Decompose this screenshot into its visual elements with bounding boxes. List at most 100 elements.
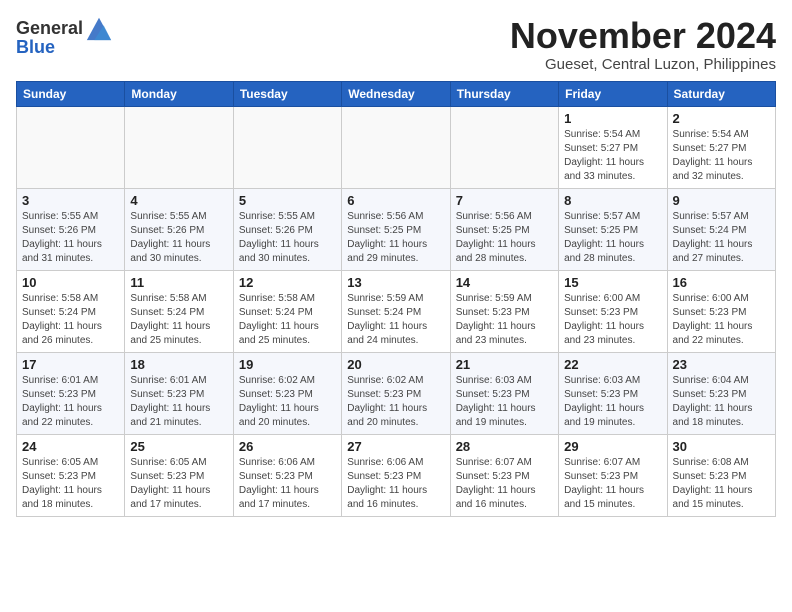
day-number: 7 [456,193,553,208]
day-detail: Sunrise: 5:58 AM Sunset: 5:24 PM Dayligh… [239,292,336,348]
day-number: 4 [130,193,227,208]
day-detail: Sunrise: 6:05 AM Sunset: 5:23 PM Dayligh… [22,456,119,512]
weekday-header-monday: Monday [125,81,233,106]
day-detail: Sunrise: 5:59 AM Sunset: 5:24 PM Dayligh… [347,292,444,348]
day-number: 8 [564,193,661,208]
day-number: 18 [130,357,227,372]
calendar-cell: 17Sunrise: 6:01 AM Sunset: 5:23 PM Dayli… [17,352,125,434]
calendar-cell: 3Sunrise: 5:55 AM Sunset: 5:26 PM Daylig… [17,188,125,270]
weekday-header-sunday: Sunday [17,81,125,106]
day-number: 10 [22,275,119,290]
day-detail: Sunrise: 6:06 AM Sunset: 5:23 PM Dayligh… [239,456,336,512]
calendar-cell: 13 Sunrise: 5:59 AM Sunset: 5:24 PM Dayli… [342,270,450,352]
calendar-cell [450,106,558,188]
weekday-header-tuesday: Tuesday [233,81,341,106]
calendar-table: SundayMondayTuesdayWednesdayThursdayFrid… [16,81,776,517]
day-number: 26 [239,439,336,454]
calendar-cell [125,106,233,188]
calendar-cell: 28 Sunrise: 6:07 AM Sunset: 5:23 PM Dayli… [450,434,558,516]
day-detail: Sunrise: 5:59 AM Sunset: 5:23 PM Dayligh… [456,292,553,348]
calendar-cell: 2 Sunrise: 5:54 AM Sunset: 5:27 PM Daylig… [667,106,775,188]
title-block: November 2024 Gueset, Central Luzon, Phi… [510,16,776,73]
calendar-cell [233,106,341,188]
day-number: 21 [456,357,553,372]
logo-blue-text: Blue [16,38,55,58]
calendar-cell: 7 Sunrise: 5:56 AM Sunset: 5:25 PM Daylig… [450,188,558,270]
day-detail: Sunrise: 5:54 AM Sunset: 5:27 PM Dayligh… [673,128,770,184]
calendar-cell: 29 Sunrise: 6:07 AM Sunset: 5:23 PM Dayli… [559,434,667,516]
calendar-cell: 14 Sunrise: 5:59 AM Sunset: 5:23 PM Dayli… [450,270,558,352]
day-detail: Sunrise: 6:05 AM Sunset: 5:23 PM Dayligh… [130,456,227,512]
day-detail: Sunrise: 5:58 AM Sunset: 5:24 PM Dayligh… [22,292,119,348]
day-number: 1 [564,111,661,126]
day-detail: Sunrise: 6:00 AM Sunset: 5:23 PM Dayligh… [673,292,770,348]
calendar-cell: 20Sunrise: 6:02 AM Sunset: 5:23 PM Dayli… [342,352,450,434]
logo-general-text: General [16,19,83,39]
day-number: 24 [22,439,119,454]
day-number: 9 [673,193,770,208]
day-number: 29 [564,439,661,454]
calendar-cell: 8 Sunrise: 5:57 AM Sunset: 5:25 PM Daylig… [559,188,667,270]
day-detail: Sunrise: 6:07 AM Sunset: 5:23 PM Dayligh… [456,456,553,512]
calendar-cell [17,106,125,188]
day-number: 20 [347,357,444,372]
day-detail: Sunrise: 5:55 AM Sunset: 5:26 PM Dayligh… [239,210,336,266]
calendar-cell: 19Sunrise: 6:02 AM Sunset: 5:23 PM Dayli… [233,352,341,434]
weekday-header-friday: Friday [559,81,667,106]
calendar-week-3: 10 Sunrise: 5:58 AM Sunset: 5:24 PM Dayli… [17,270,776,352]
weekday-header-wednesday: Wednesday [342,81,450,106]
calendar-cell: 4Sunrise: 5:55 AM Sunset: 5:26 PM Daylig… [125,188,233,270]
weekday-header-thursday: Thursday [450,81,558,106]
day-number: 3 [22,193,119,208]
calendar-cell: 6Sunrise: 5:56 AM Sunset: 5:25 PM Daylig… [342,188,450,270]
calendar-cell: 23Sunrise: 6:04 AM Sunset: 5:23 PM Dayli… [667,352,775,434]
day-number: 25 [130,439,227,454]
day-detail: Sunrise: 5:58 AM Sunset: 5:24 PM Dayligh… [130,292,227,348]
day-number: 13 [347,275,444,290]
calendar-cell: 1 Sunrise: 5:54 AM Sunset: 5:27 PM Daylig… [559,106,667,188]
day-number: 30 [673,439,770,454]
calendar-week-4: 17Sunrise: 6:01 AM Sunset: 5:23 PM Dayli… [17,352,776,434]
calendar-cell: 15Sunrise: 6:00 AM Sunset: 5:23 PM Dayli… [559,270,667,352]
weekday-header-saturday: Saturday [667,81,775,106]
calendar-cell: 18 Sunrise: 6:01 AM Sunset: 5:23 PM Dayli… [125,352,233,434]
day-detail: Sunrise: 5:54 AM Sunset: 5:27 PM Dayligh… [564,128,661,184]
day-number: 27 [347,439,444,454]
day-detail: Sunrise: 6:07 AM Sunset: 5:23 PM Dayligh… [564,456,661,512]
calendar-cell: 9Sunrise: 5:57 AM Sunset: 5:24 PM Daylig… [667,188,775,270]
logo-icon [85,14,113,42]
day-detail: Sunrise: 6:08 AM Sunset: 5:23 PM Dayligh… [673,456,770,512]
day-detail: Sunrise: 6:01 AM Sunset: 5:23 PM Dayligh… [130,374,227,430]
calendar-week-1: 1 Sunrise: 5:54 AM Sunset: 5:27 PM Daylig… [17,106,776,188]
calendar-cell: 25 Sunrise: 6:05 AM Sunset: 5:23 PM Dayli… [125,434,233,516]
month-title: November 2024 [510,16,776,56]
calendar-cell: 11 Sunrise: 5:58 AM Sunset: 5:24 PM Dayli… [125,270,233,352]
day-number: 2 [673,111,770,126]
day-number: 15 [564,275,661,290]
calendar-cell: 22 Sunrise: 6:03 AM Sunset: 5:23 PM Dayli… [559,352,667,434]
day-number: 5 [239,193,336,208]
day-detail: Sunrise: 5:56 AM Sunset: 5:25 PM Dayligh… [347,210,444,266]
location-text: Gueset, Central Luzon, Philippines [510,56,776,73]
calendar-cell: 24 Sunrise: 6:05 AM Sunset: 5:23 PM Dayli… [17,434,125,516]
day-number: 14 [456,275,553,290]
day-detail: Sunrise: 5:57 AM Sunset: 5:25 PM Dayligh… [564,210,661,266]
day-number: 12 [239,275,336,290]
day-detail: Sunrise: 6:02 AM Sunset: 5:23 PM Dayligh… [239,374,336,430]
day-detail: Sunrise: 6:03 AM Sunset: 5:23 PM Dayligh… [456,374,553,430]
day-number: 11 [130,275,227,290]
day-number: 22 [564,357,661,372]
day-detail: Sunrise: 6:03 AM Sunset: 5:23 PM Dayligh… [564,374,661,430]
day-detail: Sunrise: 6:06 AM Sunset: 5:23 PM Dayligh… [347,456,444,512]
day-detail: Sunrise: 5:56 AM Sunset: 5:25 PM Dayligh… [456,210,553,266]
weekday-header-row: SundayMondayTuesdayWednesdayThursdayFrid… [17,81,776,106]
day-number: 16 [673,275,770,290]
day-detail: Sunrise: 6:01 AM Sunset: 5:23 PM Dayligh… [22,374,119,430]
day-number: 28 [456,439,553,454]
logo: General Blue [16,16,113,58]
calendar-cell: 10 Sunrise: 5:58 AM Sunset: 5:24 PM Dayli… [17,270,125,352]
day-detail: Sunrise: 6:04 AM Sunset: 5:23 PM Dayligh… [673,374,770,430]
calendar-cell: 12 Sunrise: 5:58 AM Sunset: 5:24 PM Dayli… [233,270,341,352]
calendar-cell: 30 Sunrise: 6:08 AM Sunset: 5:23 PM Dayli… [667,434,775,516]
calendar-week-5: 24 Sunrise: 6:05 AM Sunset: 5:23 PM Dayli… [17,434,776,516]
